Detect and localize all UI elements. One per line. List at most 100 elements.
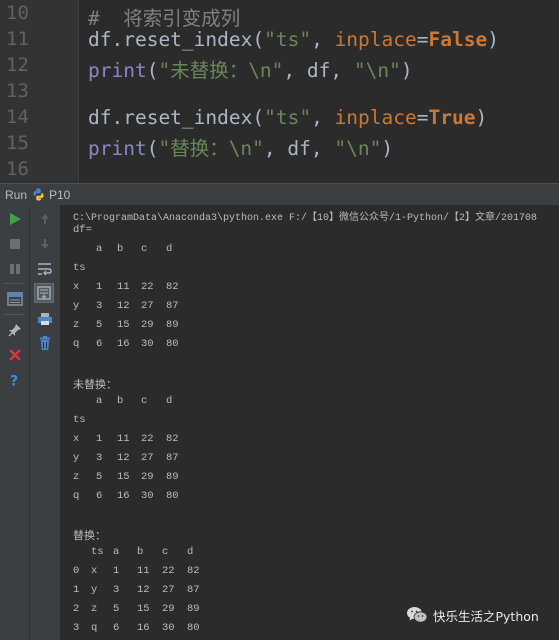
table-cell: 1 [113,565,120,577]
table-cell: 11 [117,433,130,445]
code-line[interactable]: df.reset_index("ts", inplace=True) [88,106,487,129]
line-number: 13 [6,80,29,102]
table-cell: c [141,395,148,407]
table-cell: d [166,395,173,407]
code-token: ) [400,59,413,82]
scroll-to-end-icon [37,286,51,300]
code-token: ) [475,106,488,129]
help-icon: ? [10,374,18,388]
table-cell: b [117,395,124,407]
layout-icon [7,292,23,306]
scroll-to-end-button[interactable] [34,283,54,303]
code-token: df.reset_index( [88,28,265,51]
console-unreplaced-label: 未替换： [73,378,117,391]
table-cell: 27 [141,300,154,312]
help-button[interactable]: ? [5,370,25,390]
table-cell: z [91,603,98,615]
pin-icon [8,324,21,337]
table-cell: 29 [141,319,154,331]
code-token: , [311,106,335,129]
run-console-output[interactable]: C:\ProgramData\Anaconda3\python.exe F:/【… [60,205,559,640]
table-cell: 30 [141,490,154,502]
code-token: # 将索引变成列 [88,7,241,30]
code-token: ( [146,59,159,82]
code-token: print [88,59,147,82]
code-token: , [311,28,335,51]
table-cell: 89 [166,319,179,331]
code-token: "\n" [334,137,382,160]
table-cell: 5 [96,471,103,483]
table-cell: 82 [166,433,179,445]
code-token: ( [146,137,159,160]
stop-icon [10,239,20,249]
table-cell: 22 [141,281,154,293]
stop-button[interactable] [5,234,25,254]
code-token: , df, [283,59,354,82]
table-cell: 3 [73,622,80,634]
table-cell: z [73,319,80,331]
code-token: ) [487,28,499,51]
rerun-button[interactable] [5,209,25,229]
layout-button[interactable] [5,289,25,309]
play-icon [10,213,21,225]
table-index-name: ts [73,414,86,426]
code-editor[interactable]: 10 # 将索引变成列 11 df.reset_index("ts", inplace… [0,0,559,183]
table-cell: 1 [73,584,80,596]
print-button[interactable] [35,309,55,329]
scroll-down-button[interactable] [35,234,55,254]
table-cell: 87 [166,452,179,464]
line-number: 12 [6,54,29,76]
code-line[interactable]: print("替换：\n", df, "\n") [88,132,393,161]
table-cell: 5 [96,319,103,331]
table-cell: 3 [113,584,120,596]
table-cell: 29 [141,471,154,483]
clear-console-button[interactable] [35,333,55,353]
table-cell: y [73,452,80,464]
table-cell: ts [91,546,104,558]
wechat-logo-icon [407,607,428,623]
code-line[interactable]: print("未替换：\n", df, "\n") [88,54,413,83]
soft-wrap-icon [38,263,52,276]
table-cell: 80 [166,338,179,350]
table-cell: a [113,546,120,558]
table-cell: 80 [166,490,179,502]
table-cell: 80 [187,622,200,634]
code-token: = [416,28,429,51]
print-icon [38,313,52,325]
trash-icon [40,335,50,350]
svg-text:?: ? [10,374,18,388]
table-cell: 89 [166,471,179,483]
close-button[interactable] [5,345,25,365]
table-cell: 11 [137,565,150,577]
table-cell: 1 [96,433,103,445]
code-token: , df, [263,137,335,160]
soft-wrap-button[interactable] [35,259,55,279]
run-panel-label: Run [5,188,28,202]
table-cell: a [96,395,103,407]
code-token: "替换：\n" [158,137,264,160]
table-cell: 16 [137,622,150,634]
table-cell: x [73,281,80,293]
table-cell: q [73,490,80,502]
scroll-up-button[interactable] [35,209,55,229]
pin-button[interactable] [5,320,25,340]
code-token: print [88,137,147,160]
table-cell: 11 [117,281,130,293]
table-cell: 3 [96,452,103,464]
code-line[interactable]: df.reset_index("ts", inplace=False) [88,28,499,51]
table-cell: 16 [117,490,130,502]
table-cell: 82 [166,281,179,293]
table-cell: c [162,546,169,558]
table-cell: c [141,243,148,255]
pause-button[interactable] [5,259,25,279]
table-cell: d [187,546,194,558]
code-token: True [428,106,476,129]
line-number: 15 [6,132,29,154]
code-line[interactable]: # 将索引变成列 [88,2,240,31]
arrow-up-icon [41,214,49,224]
table-cell: 6 [113,622,120,634]
watermark-text: 快乐生活之Python [433,608,539,624]
table-cell: 22 [162,565,175,577]
line-number: 14 [6,106,29,128]
table-cell: 16 [117,338,130,350]
